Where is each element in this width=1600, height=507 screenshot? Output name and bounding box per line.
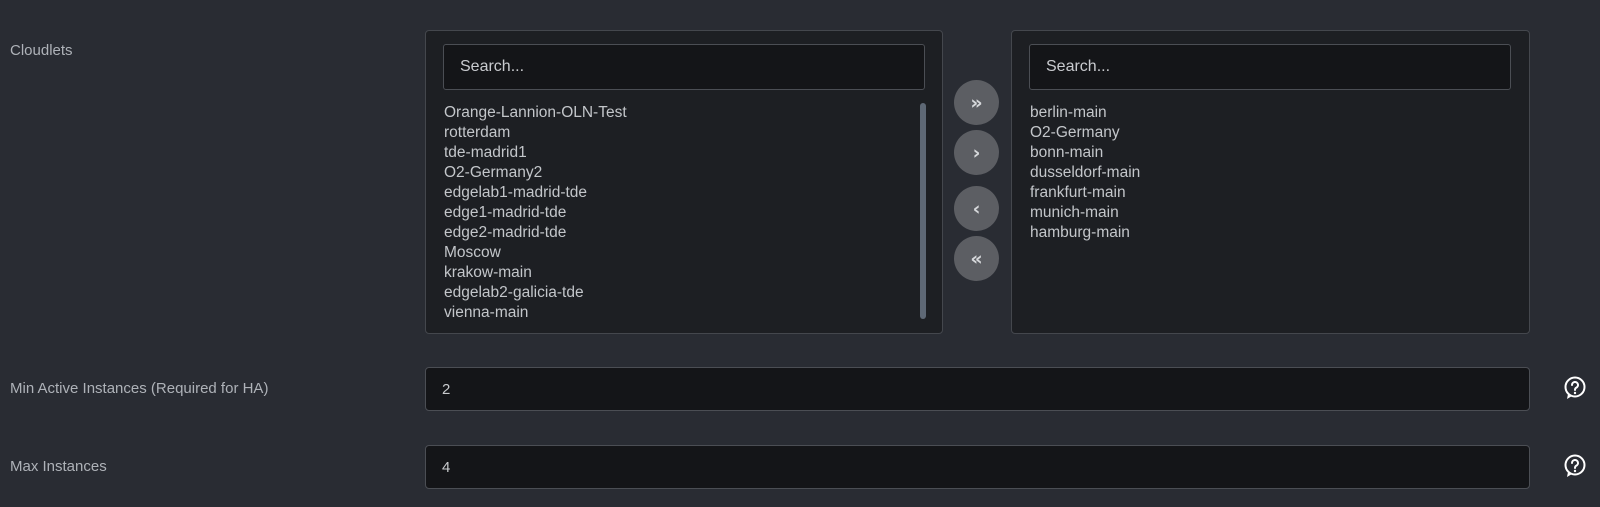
- list-item[interactable]: edgelab1-madrid-tde: [444, 183, 912, 203]
- help-circle-icon[interactable]: [1563, 376, 1587, 400]
- selected-cloudlets-list: berlin-main O2-Germany bonn-main dusseldorf…: [1030, 103, 1499, 325]
- list-item[interactable]: edge1-madrid-tde: [444, 203, 912, 223]
- help-circle-icon[interactable]: [1563, 454, 1587, 478]
- list-item[interactable]: rotterdam: [444, 123, 912, 143]
- list-item[interactable]: hamburg-main: [1030, 223, 1499, 243]
- move-left-button[interactable]: ‹: [954, 186, 999, 231]
- list-item[interactable]: tde-madrid1: [444, 143, 912, 163]
- list-item[interactable]: edgelab2-galicia-tde: [444, 283, 912, 303]
- move-right-button[interactable]: ›: [954, 130, 999, 175]
- list-item[interactable]: edge2-madrid-tde: [444, 223, 912, 243]
- list-item[interactable]: bonn-main: [1030, 143, 1499, 163]
- min-active-instances-label: Min Active Instances (Required for HA): [10, 380, 269, 397]
- list-item[interactable]: vienna-main: [444, 303, 912, 323]
- selected-cloudlets-panel: berlin-mainO2-Germanybonn-maindusseldorf…: [1011, 30, 1530, 334]
- move-all-left-button[interactable]: «: [954, 236, 999, 281]
- list-item[interactable]: frankfurt-main: [1030, 183, 1499, 203]
- scrollbar-thumb[interactable]: [920, 103, 926, 319]
- chevron-right-icon: ›: [972, 141, 981, 164]
- cloudlets-label: Cloudlets: [10, 42, 73, 59]
- double-chevron-right-icon: »: [970, 91, 983, 114]
- available-search-input[interactable]: [443, 44, 925, 90]
- max-instances-field[interactable]: 4: [425, 445, 1530, 489]
- chevron-left-icon: ‹: [972, 197, 981, 220]
- available-cloudlets-list: Orange-Lannion-OLN-Test rotterdam tde-madr…: [444, 103, 912, 325]
- available-list-scrollbar[interactable]: [919, 103, 927, 319]
- available-cloudlets-panel: Orange-Lannion-OLN-Testrotterdamtde-madr…: [425, 30, 943, 334]
- list-item[interactable]: dusseldorf-main: [1030, 163, 1499, 183]
- list-item[interactable]: O2-Germany2: [444, 163, 912, 183]
- min-active-instances-field[interactable]: 2: [425, 367, 1530, 411]
- min-active-instances-value: 2: [442, 380, 451, 398]
- list-item[interactable]: Moscow: [444, 243, 912, 263]
- list-item[interactable]: berlin-main: [1030, 103, 1499, 123]
- selected-search-input[interactable]: [1029, 44, 1511, 90]
- max-instances-label: Max Instances: [10, 458, 107, 475]
- list-item[interactable]: Orange-Lannion-OLN-Test: [444, 103, 912, 123]
- list-item[interactable]: O2-Germany: [1030, 123, 1499, 143]
- move-all-right-button[interactable]: »: [954, 80, 999, 125]
- double-chevron-left-icon: «: [970, 247, 983, 270]
- list-item[interactable]: krakow-main: [444, 263, 912, 283]
- max-instances-value: 4: [442, 458, 451, 476]
- list-item[interactable]: munich-main: [1030, 203, 1499, 223]
